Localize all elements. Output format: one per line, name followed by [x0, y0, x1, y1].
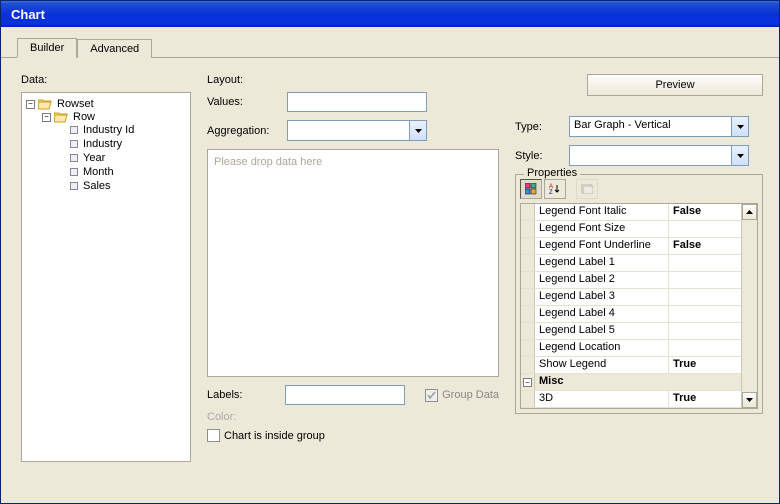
values-input[interactable]: [287, 92, 427, 112]
type-label: Type:: [515, 121, 559, 133]
scroll-down-icon[interactable]: [742, 392, 757, 408]
prop-value[interactable]: False: [669, 238, 741, 254]
preview-button[interactable]: Preview: [587, 74, 763, 96]
style-value: [569, 145, 732, 166]
window-title: Chart: [11, 7, 45, 22]
data-column: Data: − Rowset: [21, 74, 191, 493]
tree-leaf[interactable]: Sales: [81, 180, 113, 192]
prop-name[interactable]: Legend Label 5: [535, 323, 669, 339]
builder-panel: Data: − Rowset: [1, 58, 779, 503]
labels-label: Labels:: [207, 389, 277, 401]
chevron-down-icon[interactable]: [732, 145, 749, 166]
chevron-down-icon[interactable]: [732, 116, 749, 137]
tree-leaf[interactable]: Industry: [81, 138, 124, 150]
titlebar: Chart: [1, 1, 779, 27]
tree-leaf[interactable]: Month: [81, 166, 116, 178]
prop-value[interactable]: [669, 221, 741, 237]
prop-value[interactable]: False: [669, 204, 741, 220]
field-icon: [70, 140, 78, 148]
chevron-down-icon[interactable]: [410, 120, 427, 141]
prop-name[interactable]: Legend Location: [535, 340, 669, 356]
aggregation-combo[interactable]: [287, 120, 427, 141]
tab-builder[interactable]: Builder: [17, 38, 77, 58]
collapse-icon[interactable]: −: [523, 378, 532, 387]
alphabetical-button[interactable]: AZ: [544, 179, 566, 199]
prop-value[interactable]: True: [669, 357, 741, 373]
collapse-icon[interactable]: −: [26, 100, 35, 109]
prop-name[interactable]: Legend Font Size: [535, 221, 669, 237]
prop-value[interactable]: [669, 340, 741, 356]
values-label: Values:: [207, 96, 287, 108]
prop-toolbar: AZ: [520, 179, 758, 199]
field-icon: [70, 154, 78, 162]
svg-text:Z: Z: [549, 190, 553, 195]
folder-open-icon: [54, 111, 68, 123]
layout-column: Layout: Values: Aggregation: Please drop…: [207, 74, 499, 493]
tree-rowset[interactable]: Rowset: [55, 98, 96, 110]
field-icon: [70, 182, 78, 190]
inside-group-label: Chart is inside group: [224, 430, 325, 442]
tab-advanced[interactable]: Advanced: [77, 39, 152, 58]
collapse-icon[interactable]: −: [42, 113, 51, 122]
inside-group-checkbox[interactable]: [207, 429, 220, 442]
prop-name[interactable]: Show Legend: [535, 357, 669, 373]
style-label: Style:: [515, 150, 559, 162]
prop-name[interactable]: Legend Font Italic: [535, 204, 669, 220]
layout-label: Layout:: [207, 74, 499, 86]
prop-value[interactable]: [669, 289, 741, 305]
drop-hint: Please drop data here: [214, 156, 322, 168]
prop-name[interactable]: Legend Label 3: [535, 289, 669, 305]
tree-leaf[interactable]: Year: [81, 152, 107, 164]
drop-zone[interactable]: Please drop data here: [207, 149, 499, 377]
prop-value[interactable]: [669, 255, 741, 271]
prop-name[interactable]: Legend Label 2: [535, 272, 669, 288]
property-pages-button: [576, 179, 598, 199]
prop-name[interactable]: Legend Label 4: [535, 306, 669, 322]
prop-name[interactable]: 3D: [535, 391, 669, 407]
aggregation-value: [287, 120, 410, 141]
tab-strip: Builder Advanced: [1, 27, 779, 58]
field-icon: [70, 168, 78, 176]
prop-value[interactable]: True: [669, 391, 741, 407]
prop-name[interactable]: Legend Font Underline: [535, 238, 669, 254]
scroll-track[interactable]: [742, 220, 757, 392]
color-label: Color:: [207, 411, 499, 423]
prop-value[interactable]: [669, 306, 741, 322]
prop-value[interactable]: [669, 323, 741, 339]
checkbox-icon: [425, 389, 438, 402]
tree-row[interactable]: Row: [71, 111, 97, 123]
chart-dialog: Chart Builder Advanced Data: −: [0, 0, 780, 504]
categorized-button[interactable]: [520, 179, 542, 199]
prop-value[interactable]: [669, 272, 741, 288]
right-column: Preview Type: Bar Graph - Vertical Style…: [515, 74, 763, 493]
prop-category[interactable]: Misc: [535, 374, 669, 390]
group-data-checkbox: Group Data: [425, 389, 499, 402]
prop-name[interactable]: Legend Label 1: [535, 255, 669, 271]
data-tree[interactable]: − Rowset −: [21, 92, 191, 462]
property-grid[interactable]: Legend Font ItalicFalse Legend Font Size…: [520, 203, 758, 409]
properties-legend: Properties: [524, 167, 580, 179]
type-value: Bar Graph - Vertical: [569, 116, 732, 137]
style-combo[interactable]: [569, 145, 749, 166]
scrollbar[interactable]: [741, 204, 757, 408]
type-combo[interactable]: Bar Graph - Vertical: [569, 116, 749, 137]
field-icon: [70, 126, 78, 134]
labels-input[interactable]: [285, 385, 405, 405]
aggregation-label: Aggregation:: [207, 125, 287, 137]
scroll-up-icon[interactable]: [742, 204, 757, 220]
tree-leaf[interactable]: Industry Id: [81, 124, 136, 136]
data-label: Data:: [21, 74, 191, 86]
folder-open-icon: [38, 98, 52, 110]
properties-group: Properties AZ Legend Font ItalicFal: [515, 174, 763, 414]
